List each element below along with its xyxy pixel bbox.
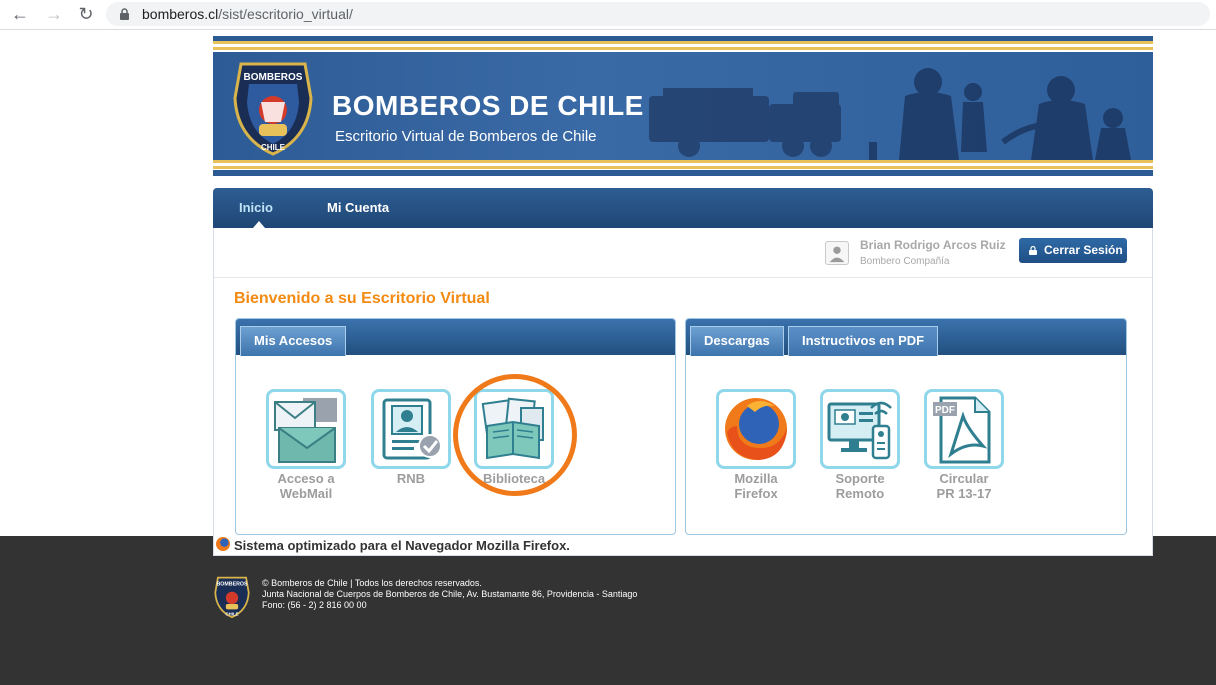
- browser-recommendation-text: Sistema optimizado para el Navegador Moz…: [234, 538, 570, 553]
- tile-mozilla-firefox[interactable]: Mozilla Firefox: [716, 389, 796, 501]
- tile-icon-frame: [371, 389, 451, 469]
- tile-label-line-2: WebMail: [279, 486, 333, 501]
- footer-logo-text: BOMBEROS: [216, 582, 247, 588]
- url-path: /sist/escritorio_virtual/: [218, 6, 353, 22]
- bomberos-logo: BOMBEROS CHILE: [233, 62, 313, 156]
- tile-webmail[interactable]: Acceso a WebMail: [266, 389, 346, 501]
- tab-mis-accesos[interactable]: Mis Accesos: [240, 326, 347, 356]
- tile-icon-frame: [820, 389, 900, 469]
- firefighters-illustration: [649, 68, 1131, 160]
- tile-icon-frame: [474, 389, 554, 469]
- url-host: bomberos.cl: [142, 6, 219, 22]
- browser-recommendation: Sistema optimizado para el Navegador Moz…: [213, 536, 713, 556]
- banner-title: BOMBEROS DE CHILE: [332, 90, 644, 121]
- tile-biblioteca[interactable]: Biblioteca: [474, 389, 554, 486]
- tile-label-line-2: Firefox: [734, 486, 778, 501]
- tile-icon-frame: [716, 389, 796, 469]
- id-card-icon: [382, 398, 442, 460]
- tile-label-line-1: Circular: [939, 471, 989, 486]
- tile-label-line-1: Acceso a: [277, 471, 335, 486]
- lock-icon: [120, 8, 129, 20]
- svg-text:BOMBEROS: BOMBEROS: [244, 72, 303, 83]
- tab-descargas[interactable]: Descargas: [690, 326, 784, 356]
- tile-label-line-1: Biblioteca: [482, 471, 546, 486]
- welcome-heading: Bienvenido a su Escritorio Virtual: [234, 290, 490, 307]
- pdf-icon: PDF: [933, 396, 991, 464]
- active-tab-caret: [253, 221, 265, 228]
- user-name: Brian Rodrigo Arcos Ruiz: [860, 238, 1006, 252]
- tile-label: Soporte Remoto: [820, 471, 900, 501]
- logout-label: Cerrar Sesión: [1044, 243, 1123, 257]
- tile-label-line-1: Soporte: [835, 471, 885, 486]
- banner-subtitle: Escritorio Virtual de Bomberos de Chile: [335, 128, 597, 145]
- tile-icon-frame: PDF: [924, 389, 1004, 469]
- footer-copyright: © Bomberos de Chile | Todos los derechos…: [262, 578, 482, 588]
- reload-icon[interactable]: ↻: [74, 3, 98, 25]
- banner-stripe: [213, 47, 1153, 50]
- tile-label: Acceso a WebMail: [266, 471, 346, 501]
- books-icon: [481, 397, 544, 460]
- main-content: Brian Rodrigo Arcos Ruiz Bombero Compañí…: [213, 228, 1153, 556]
- address-bar[interactable]: bomberos.cl/sist/escritorio_virtual/: [106, 2, 1210, 26]
- user-avatar-icon: [825, 241, 849, 265]
- tab-mi-cuenta[interactable]: Mi Cuenta: [327, 200, 389, 215]
- tile-label-line-2: Remoto: [835, 486, 885, 501]
- mail-icon: [274, 398, 337, 463]
- panel-header: Descargas Instructivos en PDF: [686, 319, 1126, 356]
- lock-icon: [1029, 246, 1037, 255]
- footer-logo: BOMBEROS CHILE: [214, 576, 250, 619]
- logout-button[interactable]: Cerrar Sesión: [1019, 238, 1127, 263]
- panel-header: Mis Accesos: [236, 319, 675, 356]
- tile-label: RNB: [371, 471, 451, 486]
- footer-phone: Fono: (56 - 2) 2 816 00 00: [262, 600, 367, 610]
- tile-label: Mozilla Firefox: [716, 471, 796, 501]
- back-arrow-icon[interactable]: ←: [8, 3, 32, 25]
- svg-text:PDF: PDF: [935, 405, 955, 416]
- tile-label: Circular PR 13-17: [924, 471, 1004, 501]
- url-text: bomberos.cl/sist/escritorio_virtual/: [142, 6, 353, 22]
- banner-stripe: [213, 170, 1153, 176]
- firefox-icon: [216, 537, 230, 551]
- user-role: Bombero Compañía: [860, 256, 950, 267]
- firefox-icon: [725, 398, 787, 460]
- tile-rnb[interactable]: RNB: [371, 389, 451, 486]
- user-info-bar: Brian Rodrigo Arcos Ruiz Bombero Compañí…: [214, 228, 1152, 278]
- remote-support-icon: [827, 401, 892, 460]
- main-nav: Inicio Mi Cuenta: [213, 188, 1153, 228]
- tab-instructivos-pdf[interactable]: Instructivos en PDF: [788, 326, 939, 356]
- banner-stripe: [213, 166, 1153, 169]
- tile-soporte-remoto[interactable]: Soporte Remoto: [820, 389, 900, 501]
- panel-mis-accesos: Mis Accesos Acceso a WebMail RNB Bibliot…: [235, 318, 676, 535]
- tile-circular-pr[interactable]: PDF Circular PR 13-17: [924, 389, 1004, 501]
- footer-address: Junta Nacional de Cuerpos de Bomberos de…: [262, 589, 638, 599]
- panel-descargas: Descargas Instructivos en PDF Mozilla Fir…: [685, 318, 1127, 535]
- tile-label-line-1: RNB: [396, 471, 426, 486]
- tile-icon-frame: [266, 389, 346, 469]
- forward-arrow-icon[interactable]: →: [42, 3, 66, 25]
- tile-label: Biblioteca: [474, 471, 554, 486]
- tab-inicio[interactable]: Inicio: [239, 200, 273, 215]
- footer-info: © Bomberos de Chile | Todos los derechos…: [262, 578, 637, 611]
- tile-label-line-2: PR 13-17: [936, 486, 992, 501]
- browser-toolbar: ← → ↻ bomberos.cl/sist/escritorio_virtua…: [0, 0, 1216, 30]
- footer-logo-country: CHILE: [225, 611, 238, 616]
- svg-text:CHILE: CHILE: [261, 143, 286, 152]
- header-banner: BOMBEROS CHILE BOMBEROS DE CHILE Escrito…: [213, 36, 1153, 177]
- tile-label-line-1: Mozilla: [734, 471, 778, 486]
